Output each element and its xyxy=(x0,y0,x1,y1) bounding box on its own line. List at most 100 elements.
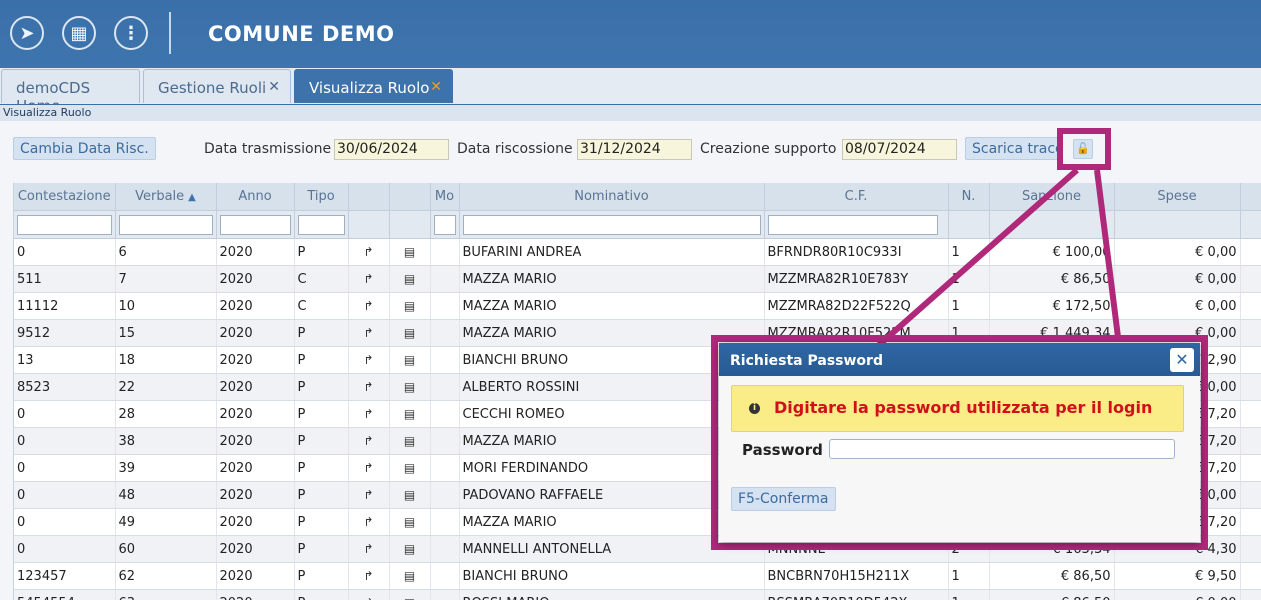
icon-cell: ▤ xyxy=(389,562,431,590)
table-cell: P xyxy=(294,589,349,600)
col-header-verbale[interactable]: Verbale ▲ xyxy=(115,183,217,211)
filter-input[interactable] xyxy=(767,214,938,235)
table-cell: ROSSI MARIO xyxy=(459,589,765,600)
document-icon[interactable]: ▤ xyxy=(404,407,415,421)
close-icon[interactable]: ✕ xyxy=(1170,348,1194,372)
document-icon[interactable]: ▤ xyxy=(404,353,415,367)
table-cell: € 100,00 xyxy=(989,238,1115,266)
forward-icon[interactable]: ↱ xyxy=(363,326,373,340)
close-icon[interactable]: ✕ xyxy=(268,79,280,95)
document-icon[interactable]: ▤ xyxy=(404,596,415,600)
icon-cell: ▤ xyxy=(389,589,431,600)
table-row[interactable]: 123457 62 2020 P ↱ ▤ BIANCHI BRUNO BNCBRN70H15H… xyxy=(14,562,1261,590)
document-icon[interactable]: ▤ xyxy=(404,299,415,313)
forward-icon[interactable]: ↱ xyxy=(363,245,373,259)
table-cell: 62 xyxy=(115,562,217,590)
table-cell: P xyxy=(294,400,349,428)
table-cell: 0 xyxy=(14,454,116,482)
document-icon[interactable]: ▤ xyxy=(404,542,415,556)
icon-cell: ↱ xyxy=(348,373,390,401)
data-trasmissione-field[interactable]: 30/06/2024 xyxy=(334,139,449,160)
document-icon[interactable]: ▤ xyxy=(404,434,415,448)
filter-cell xyxy=(115,210,217,239)
scarica-tracciato-button[interactable]: Scarica tracc xyxy=(965,137,1061,160)
forward-icon[interactable]: ↱ xyxy=(363,299,373,313)
password-input[interactable] xyxy=(829,439,1175,459)
app-title: COMUNE DEMO xyxy=(208,22,395,46)
col-header-label: Verbale xyxy=(135,189,185,204)
col-header[interactable]: Contestazione xyxy=(14,183,116,211)
filter-input[interactable] xyxy=(118,214,213,235)
filter-cell xyxy=(1240,210,1261,239)
filter-input[interactable] xyxy=(219,214,291,235)
table-row[interactable]: 11112 10 2020 C ↱ ▤ MAZZA MARIO MZZMRA82D22F522… xyxy=(14,292,1261,320)
rocket-icon[interactable]: ➤ xyxy=(10,16,44,50)
forward-icon[interactable]: ↱ xyxy=(363,380,373,394)
tab-visualizza-ruolo[interactable]: Visualizza Ruolo ✕ xyxy=(294,69,453,103)
table-cell: 1 xyxy=(948,238,990,266)
table-row[interactable]: 511 7 2020 C ↱ ▤ MAZZA MARIO MZZMRA82R10E783Y 1 €… xyxy=(14,265,1261,293)
forward-icon[interactable]: ↱ xyxy=(363,272,373,286)
filter-input[interactable] xyxy=(462,214,761,235)
forward-icon[interactable]: ↱ xyxy=(363,596,373,600)
table-row[interactable]: 0 6 2020 P ↱ ▤ BUFARINI ANDREA BFRNDR80R10C933I… xyxy=(14,238,1261,266)
col-header[interactable]: Mo xyxy=(430,183,460,211)
unlock-icon[interactable]: 🔓 xyxy=(1073,139,1093,159)
forward-icon[interactable]: ↱ xyxy=(363,488,373,502)
table-cell: 2020 xyxy=(216,292,295,320)
top-bar: ➤ ▦ ⋮ COMUNE DEMO xyxy=(0,0,1261,68)
data-riscossione-field[interactable]: 31/12/2024 xyxy=(577,139,692,160)
tab-label: Visualizza Ruolo xyxy=(309,79,430,97)
forward-icon[interactable]: ↱ xyxy=(363,461,373,475)
col-header[interactable]: Anno xyxy=(216,183,295,211)
empty-cell xyxy=(430,589,460,600)
forward-icon[interactable]: ↱ xyxy=(363,515,373,529)
col-header[interactable]: C.F. xyxy=(764,183,949,211)
filter-cell xyxy=(1114,210,1241,239)
info-icon: i xyxy=(749,403,760,414)
icon-cell: ▤ xyxy=(389,481,431,509)
creazione-supporto-field[interactable]: 08/07/2024 xyxy=(842,139,957,160)
dialog-title: Richiesta Password xyxy=(730,353,883,369)
document-icon[interactable]: ▤ xyxy=(404,461,415,475)
filter-cell xyxy=(389,210,431,239)
table-row[interactable]: 5454554632020P ↱ ▤ ROSSI MARIORSSMRA70B10D5… xyxy=(14,589,1261,600)
forward-icon[interactable]: ↱ xyxy=(363,542,373,556)
icon-cell: ▤ xyxy=(389,535,431,563)
col-header[interactable]: N. xyxy=(948,183,990,211)
forward-icon[interactable]: ↱ xyxy=(363,407,373,421)
col-header[interactable]: Nominativo xyxy=(459,183,765,211)
table-cell: P xyxy=(294,454,349,482)
document-icon[interactable]: ▤ xyxy=(404,515,415,529)
more-vertical-icon[interactable]: ⋮ xyxy=(114,16,148,50)
empty-cell xyxy=(430,238,460,266)
col-header[interactable]: Tipo xyxy=(294,183,349,211)
table-cell: P xyxy=(294,346,349,374)
document-icon[interactable]: ▤ xyxy=(404,326,415,340)
empty-cell xyxy=(430,535,460,563)
filter-input[interactable] xyxy=(297,214,345,235)
document-icon[interactable]: ▤ xyxy=(404,272,415,286)
forward-icon[interactable]: ↱ xyxy=(363,569,373,583)
col-header[interactable]: Spese xyxy=(1114,183,1241,211)
document-icon[interactable]: ▤ xyxy=(404,245,415,259)
close-icon[interactable]: ✕ xyxy=(430,79,442,95)
col-header[interactable]: Sanzione xyxy=(989,183,1115,211)
table-cell: € 86,50 xyxy=(989,562,1115,590)
forward-icon[interactable]: ↱ xyxy=(363,353,373,367)
icon-cell: ↱ xyxy=(348,238,390,266)
forward-icon[interactable]: ↱ xyxy=(363,434,373,448)
document-icon[interactable]: ▤ xyxy=(404,380,415,394)
filter-input[interactable] xyxy=(433,214,456,235)
confirm-button[interactable]: F5-Conferma xyxy=(731,487,836,511)
filter-input[interactable] xyxy=(17,214,112,235)
filter-cell xyxy=(348,210,390,239)
empty-cell xyxy=(1240,400,1261,428)
cambia-data-risc-button[interactable]: Cambia Data Risc. xyxy=(13,137,156,160)
grid-icon[interactable]: ▦ xyxy=(62,16,96,50)
tab-gestione-ruoli[interactable]: Gestione Ruoli ✕ xyxy=(143,69,291,103)
document-icon[interactable]: ▤ xyxy=(404,569,415,583)
tab-democds-home[interactable]: demoCDS Home xyxy=(1,69,140,115)
empty-cell xyxy=(430,454,460,482)
document-icon[interactable]: ▤ xyxy=(404,488,415,502)
